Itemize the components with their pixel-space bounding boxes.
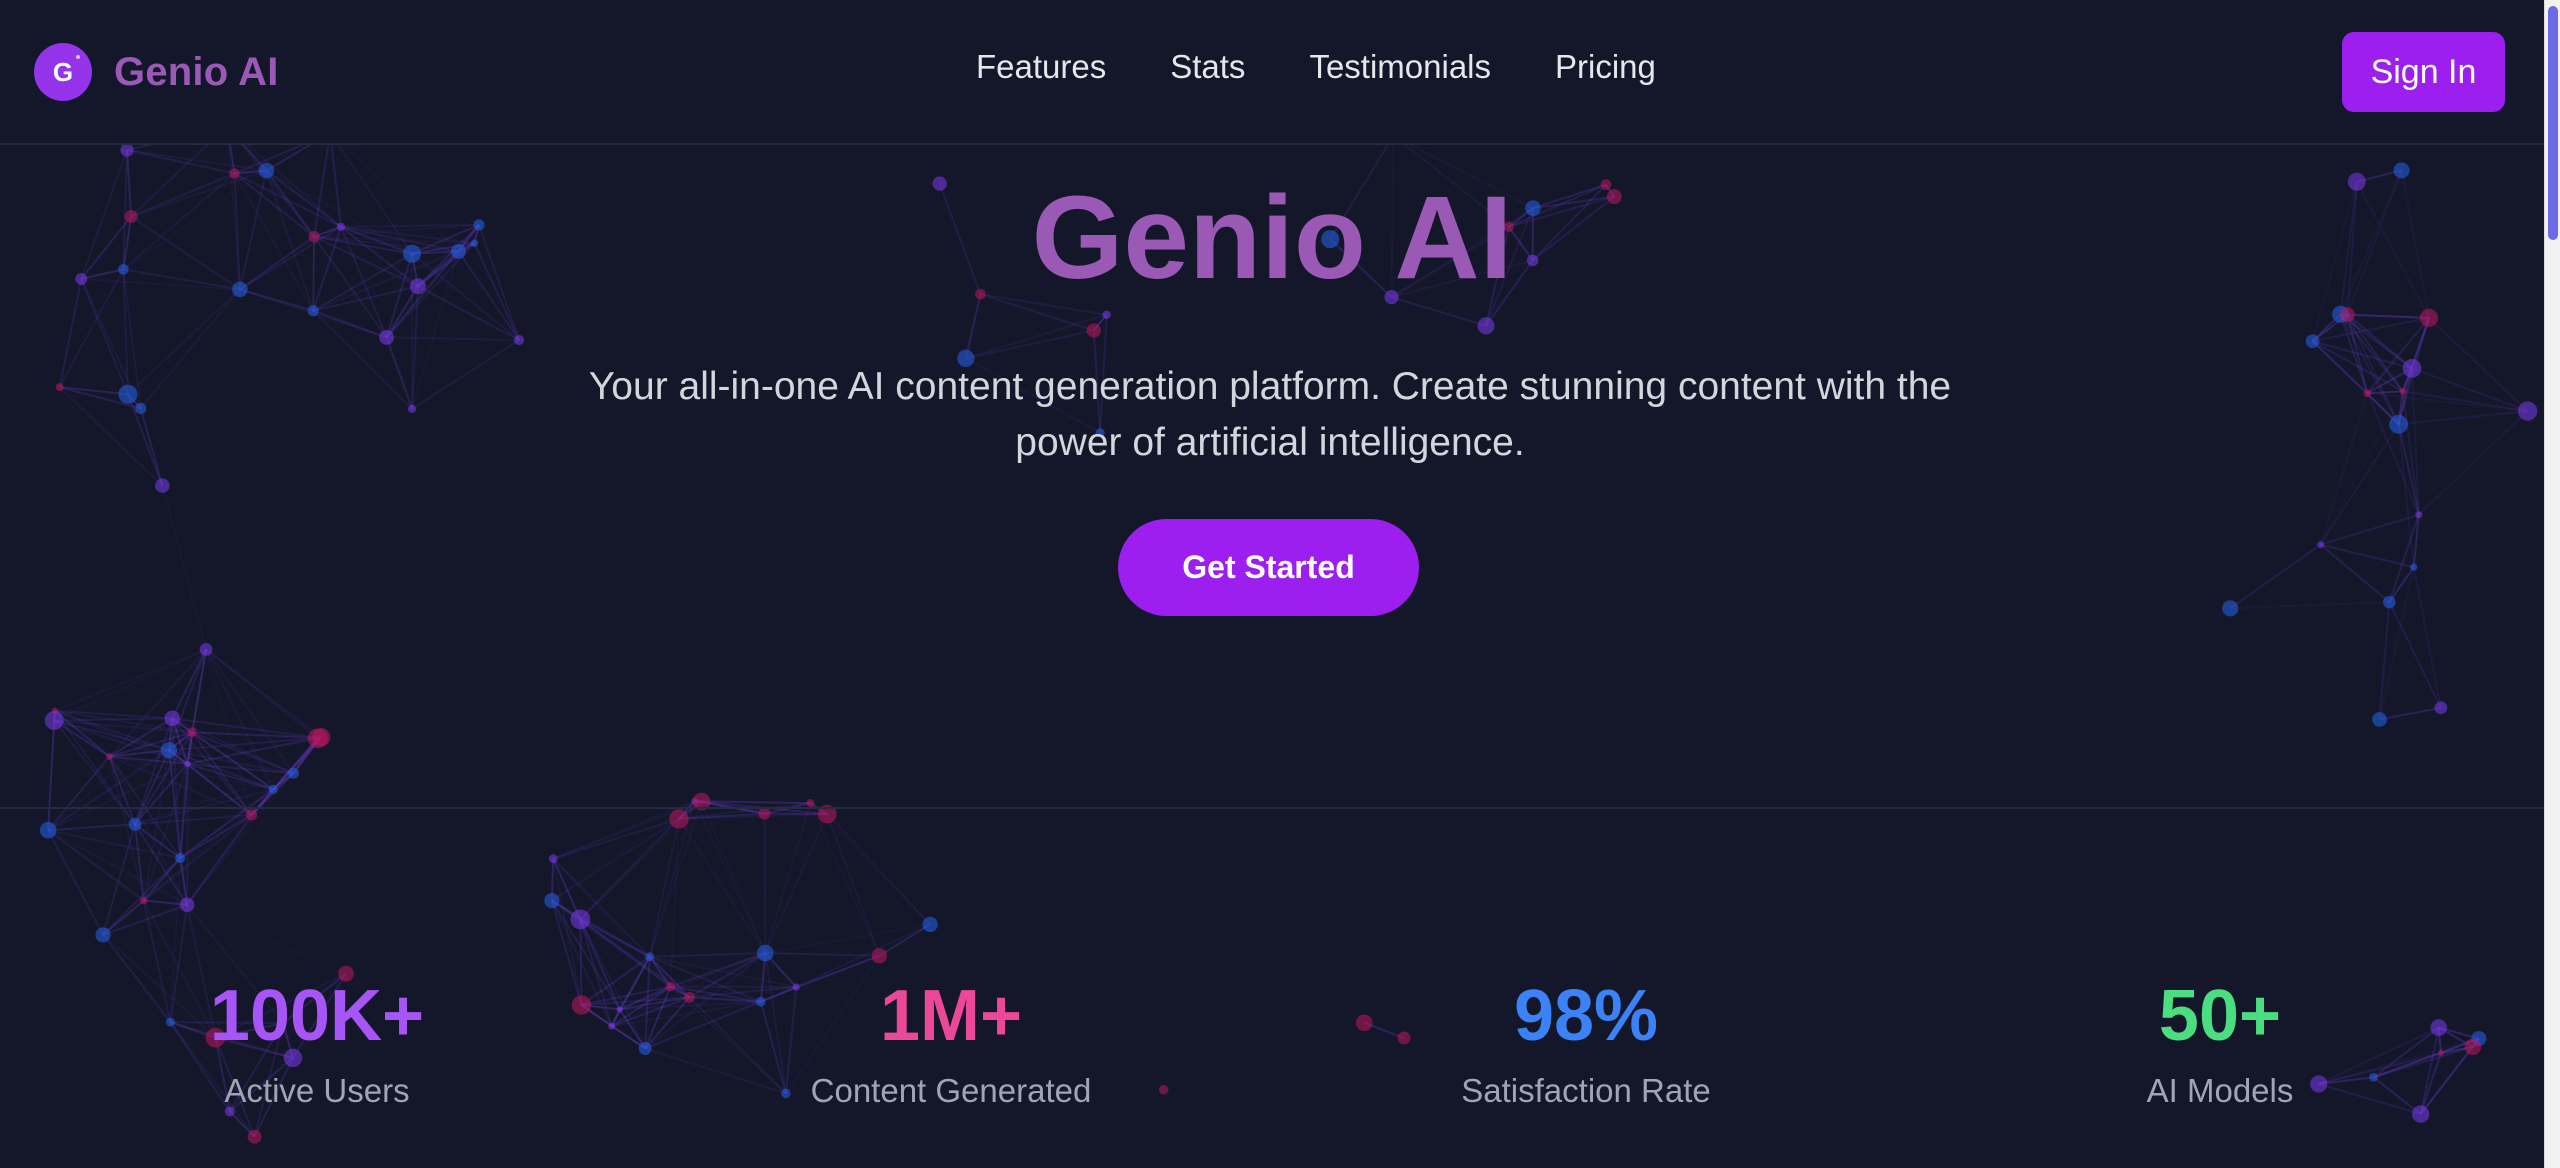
network-node bbox=[871, 948, 888, 964]
network-node bbox=[922, 916, 938, 933]
stat-label: Active Users bbox=[224, 1072, 410, 1109]
brand[interactable]: G Genio AI bbox=[34, 40, 279, 104]
main-nav: Features Stats Testimonials Pricing bbox=[976, 48, 1656, 86]
sign-in-button[interactable]: Sign In bbox=[2342, 32, 2505, 112]
network-node bbox=[128, 817, 142, 831]
network-line bbox=[763, 813, 767, 954]
logo-icon: G bbox=[34, 43, 92, 101]
network-node bbox=[669, 809, 689, 829]
network-node bbox=[247, 1129, 262, 1144]
network-node bbox=[245, 809, 258, 821]
network-line bbox=[551, 818, 680, 902]
network-line bbox=[47, 829, 188, 906]
network-line bbox=[809, 802, 881, 957]
hero-subtitle: Your all-in-one AI content generation pl… bbox=[588, 365, 1952, 464]
stat-content-generated: 1M+ Content Generated bbox=[701, 980, 1201, 1110]
stat-label: Content Generated bbox=[810, 1072, 1092, 1109]
network-line bbox=[186, 903, 347, 975]
nav-link-features[interactable]: Features bbox=[976, 48, 1106, 86]
network-node bbox=[175, 852, 186, 864]
network-node bbox=[758, 807, 771, 820]
network-node bbox=[544, 892, 560, 909]
network-line bbox=[649, 952, 766, 958]
network-node bbox=[645, 952, 655, 962]
network-line bbox=[48, 823, 136, 832]
app-window: G Genio AI Features Stats Testimonials P… bbox=[0, 0, 2560, 1168]
stat-value: 1M+ bbox=[879, 976, 1023, 1056]
network-node bbox=[140, 896, 148, 905]
stat-value: 98% bbox=[1513, 976, 1659, 1056]
network-line bbox=[764, 813, 829, 954]
nav-link-stats[interactable]: Stats bbox=[1170, 48, 1245, 86]
network-node bbox=[39, 821, 57, 839]
stat-label: AI Models bbox=[2146, 1072, 2294, 1109]
stat-active-users: 100K+ Active Users bbox=[67, 980, 567, 1110]
network-node bbox=[756, 944, 774, 962]
stats-section: 100K+ Active Users 1M+ Content Generated… bbox=[0, 980, 2544, 1130]
vertical-scrollbar[interactable] bbox=[2544, 0, 2560, 1168]
network-node bbox=[570, 909, 591, 930]
stat-satisfaction-rate: 98% Satisfaction Rate bbox=[1336, 980, 1836, 1110]
brand-name: Genio AI bbox=[114, 49, 279, 94]
network-node bbox=[548, 854, 558, 863]
network-line bbox=[700, 801, 767, 954]
stat-label: Satisfaction Rate bbox=[1461, 1072, 1711, 1109]
stat-ai-models: 50+ AI Models bbox=[1970, 980, 2470, 1110]
scrollbar-thumb[interactable] bbox=[2548, 6, 2558, 240]
network-line bbox=[678, 818, 767, 954]
nav-link-pricing[interactable]: Pricing bbox=[1555, 48, 1656, 86]
network-line bbox=[764, 802, 812, 954]
navbar: G Genio AI Features Stats Testimonials P… bbox=[0, 0, 2544, 145]
hero-title: Genio AI bbox=[1031, 172, 1513, 304]
network-node bbox=[179, 897, 195, 913]
stat-value: 100K+ bbox=[209, 976, 425, 1056]
network-line bbox=[179, 814, 253, 859]
hero-section: Genio AI Your all-in-one AI content gene… bbox=[0, 147, 2544, 807]
svg-text:G: G bbox=[53, 57, 73, 87]
stat-value: 50+ bbox=[2158, 976, 2282, 1056]
nav-link-testimonials[interactable]: Testimonials bbox=[1309, 48, 1491, 86]
network-node bbox=[95, 927, 111, 943]
section-divider bbox=[0, 807, 2544, 809]
get-started-button[interactable]: Get Started bbox=[1118, 519, 1419, 616]
